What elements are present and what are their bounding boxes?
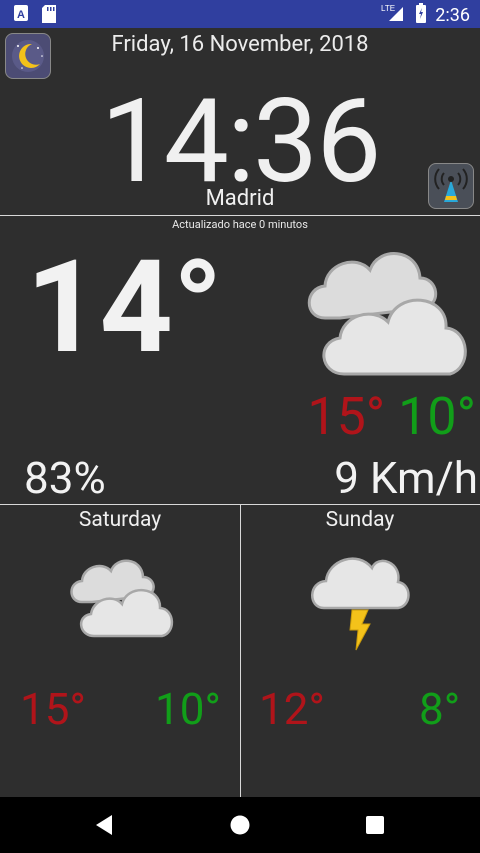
back-button[interactable] [94,814,114,840]
current-low: 10° [398,386,476,447]
recents-button[interactable] [366,816,384,838]
navigation-bar [0,797,480,853]
current-high: 15° [307,386,386,447]
status-time: 2:36 [435,5,470,26]
radar-icon [434,168,468,202]
forecast-divider [240,505,241,797]
forecast-low: 8° [419,683,461,735]
divider [0,215,480,216]
humidity-value: 83% [24,452,106,504]
clock: 14:36 [100,74,382,210]
current-high-low: 15° 10° [307,386,476,447]
a-icon: A [14,5,28,21]
city-label: Madrid [205,186,275,211]
svg-text:A: A [17,9,25,21]
back-icon [96,815,112,835]
date-label: Friday, 16 November, 2018 [111,32,369,57]
home-icon [230,815,250,835]
thunderstorm-icon [308,548,412,656]
forecast-low: 10° [155,683,221,735]
current-temperature: 14° [26,233,223,383]
forecast-high: 15° [20,683,86,735]
cloudy-icon [66,550,176,644]
wind-speed: 9 Km/h [334,452,478,504]
forecast-high: 12° [259,683,325,735]
network-type: LTE [381,4,395,13]
sd-card-icon [42,5,56,27]
updated-label: Actualizado hace 0 minutos [172,218,308,231]
status-bar: A LTE 2:36 [0,0,480,28]
radar-button[interactable] [428,163,474,209]
forecast-day-name: Saturday [78,508,162,532]
battery-icon [415,3,427,28]
signal-icon: LTE [381,3,407,28]
recents-icon [366,816,384,834]
cloudy-icon [300,236,472,385]
home-button[interactable] [230,815,250,839]
forecast-day-name: Sunday [325,508,395,532]
